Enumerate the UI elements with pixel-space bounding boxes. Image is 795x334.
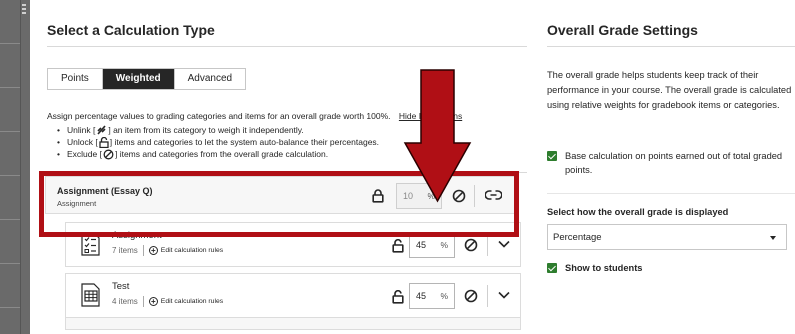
link-icon[interactable] [485, 189, 502, 201]
instruction-bullet: • Exclude [ ] items and categories from … [57, 149, 329, 159]
overall-grade-panel: Select a Calculation Type Points Weighte… [30, 0, 795, 334]
plus-circle-icon: + [148, 297, 158, 306]
item-count: 7 items [112, 246, 138, 255]
unlock-icon[interactable] [392, 239, 404, 253]
exclude-icon [103, 149, 114, 159]
background-grid [0, 0, 20, 334]
divider [487, 234, 488, 256]
divider [487, 285, 488, 307]
select-value: Percentage [553, 231, 602, 243]
show-students-label: Show to students [565, 263, 643, 273]
lock-icon[interactable] [372, 189, 384, 203]
instructions-intro: Assign percentage values to grading cate… [47, 111, 391, 121]
divider [47, 46, 527, 47]
tab-advanced[interactable]: Advanced [174, 69, 246, 89]
category-meta: 7 items + Edit calculation rules [112, 245, 223, 256]
edit-calculation-rules-link[interactable]: + Edit calculation rules [148, 246, 223, 255]
item-type: Assignment [57, 199, 97, 208]
unlock-icon [99, 136, 109, 148]
item-count: 4 items [112, 297, 138, 306]
settings-title: Overall Grade Settings [547, 22, 698, 38]
category-row: Assignment 7 items + Edit calculation ru… [65, 222, 521, 267]
instruction-bullet: • Unlock [ ] items and categories to let… [57, 136, 380, 148]
test-grid-icon [81, 283, 100, 307]
background-page-edge [0, 0, 30, 334]
divider [547, 193, 795, 194]
checkbox-checked-icon[interactable] [547, 151, 557, 161]
item-name: Assignment (Essay Q) [57, 186, 153, 196]
category-row: Test 4 items + Edit calculation rules 45… [65, 273, 521, 318]
checklist-icon [81, 232, 100, 256]
calculation-title: Select a Calculation Type [47, 22, 215, 38]
percent-input[interactable]: 45 % [409, 283, 455, 309]
exclude-icon[interactable] [452, 189, 466, 203]
checkbox-checked-icon[interactable] [547, 263, 557, 273]
calculation-tabs: Points Weighted Advanced [47, 68, 247, 90]
category-meta: 4 items + Edit calculation rules [112, 296, 223, 307]
category-name: Assignment [112, 230, 162, 241]
divider [547, 46, 795, 47]
percent-input[interactable]: 10 % [396, 183, 442, 209]
chevron-down-icon[interactable] [498, 291, 510, 299]
calculation-section: Select a Calculation Type Points Weighte… [45, 0, 527, 334]
divider [142, 245, 144, 256]
caret-down-icon [770, 236, 776, 240]
percent-input[interactable]: 45 % [409, 232, 455, 258]
divider [47, 172, 527, 173]
panel-grip-icon[interactable] [22, 4, 26, 16]
instructions: Assign percentage values to grading cate… [47, 110, 527, 160]
divider [142, 296, 144, 307]
category-row-partial [65, 318, 521, 330]
display-select-label: Select how the overall grade is displaye… [547, 207, 729, 217]
unlock-icon[interactable] [392, 290, 404, 304]
divider [474, 185, 475, 207]
exclude-icon[interactable] [464, 289, 478, 303]
unlink-icon [97, 125, 106, 135]
chevron-down-icon[interactable] [498, 240, 510, 248]
grade-display-select[interactable]: Percentage [547, 224, 787, 250]
exclude-icon[interactable] [464, 238, 478, 252]
base-points-option[interactable]: Base calculation on points earned out of… [547, 149, 787, 177]
tab-weighted[interactable]: Weighted [102, 69, 175, 89]
plus-circle-icon: + [148, 246, 158, 255]
base-points-label: Base calculation on points earned out of… [565, 151, 783, 175]
grade-item-row: Assignment (Essay Q) Assignment 10 % [45, 176, 519, 214]
settings-description: The overall grade helps students keep tr… [547, 70, 792, 110]
hide-instructions-link[interactable]: Hide Instructions [399, 111, 462, 121]
tab-points[interactable]: Points [48, 69, 103, 89]
category-name: Test [112, 281, 130, 292]
overall-grade-settings: Overall Grade Settings The overall grade… [547, 0, 795, 334]
show-students-option[interactable]: Show to students [547, 261, 642, 275]
edit-calculation-rules-link[interactable]: + Edit calculation rules [148, 297, 223, 306]
instruction-bullet: • Unlink [ ] an item from its category t… [57, 125, 304, 135]
grade-item-list: Assignment (Essay Q) Assignment 10 % Ass… [45, 176, 527, 330]
